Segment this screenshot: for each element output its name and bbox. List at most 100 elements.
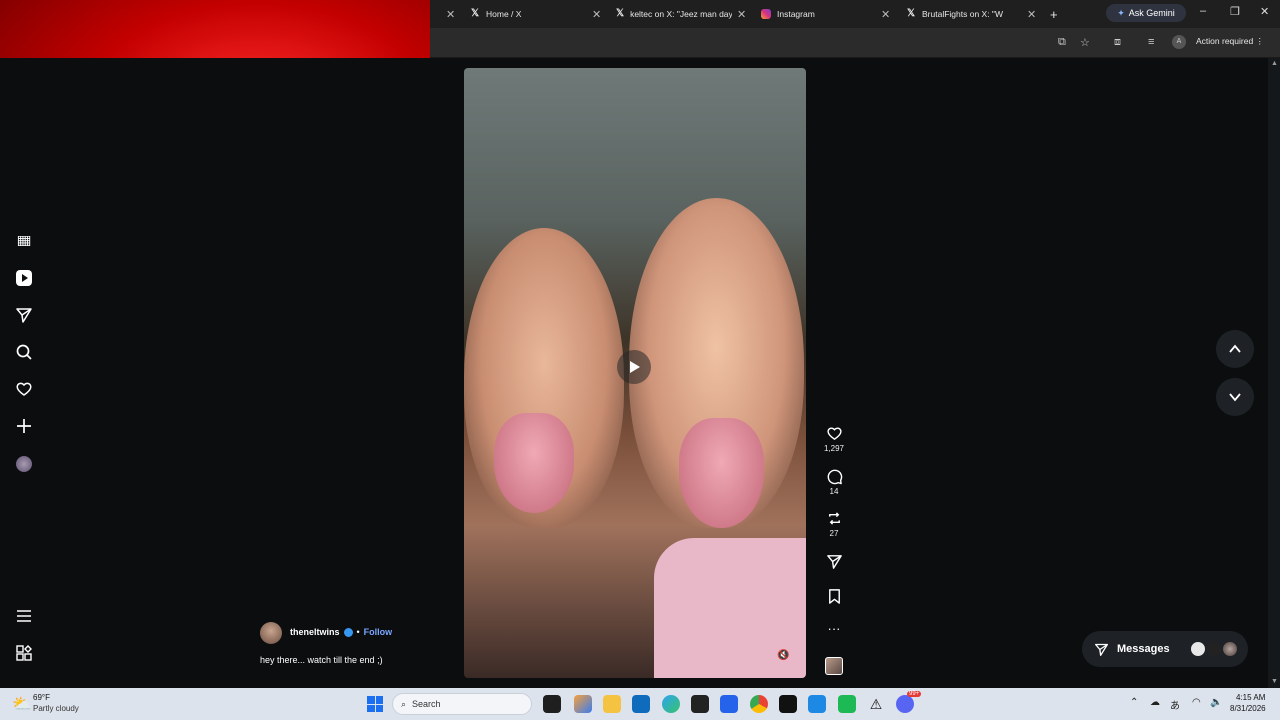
close-icon[interactable]: ✕	[881, 8, 890, 21]
play-icon	[630, 361, 640, 373]
reel-caption: hey there... watch till the end ;)	[260, 655, 383, 665]
search-icon: ⌕	[401, 698, 407, 709]
tab-close[interactable]: ✕	[737, 4, 746, 24]
play-button[interactable]	[617, 350, 651, 384]
direct-send-icon[interactable]	[14, 305, 34, 325]
sidebar-partial-icon[interactable]: ▦	[14, 236, 34, 246]
hamburger-menu-icon[interactable]	[14, 606, 34, 626]
edge-icon[interactable]	[662, 695, 680, 713]
tab-close[interactable]: ✕	[881, 4, 890, 24]
video-detail	[679, 418, 764, 528]
mute-icon[interactable]: 🔇	[777, 650, 789, 661]
warning-icon[interactable]: ⚠	[867, 695, 885, 713]
create-plus-icon[interactable]	[14, 416, 34, 436]
discord-icon[interactable]	[896, 695, 914, 713]
like-count: 1,297	[823, 444, 845, 453]
tab-close[interactable]: ✕	[1027, 4, 1036, 24]
message-avatar	[1206, 641, 1222, 657]
weather-temperature[interactable]: 69°F	[33, 693, 50, 702]
verified-badge-icon	[343, 627, 353, 637]
outlook-icon[interactable]	[632, 695, 650, 713]
more-dots-icon[interactable]: ···	[828, 622, 841, 636]
minimize-button[interactable]: –	[1200, 5, 1206, 17]
repost-icon	[828, 512, 840, 525]
author-avatar[interactable]	[260, 622, 282, 644]
scroll-up-arrow[interactable]: ▲	[1271, 60, 1278, 67]
tab-instagram[interactable]: Instagram	[761, 4, 881, 24]
send-icon	[1095, 643, 1108, 656]
search-icon[interactable]	[14, 342, 34, 362]
ask-gemini-button[interactable]: ✦ Ask Gemini	[1106, 4, 1186, 22]
tab-keltec[interactable]: 𝕏 keltec on X: "Jeez man days	[616, 4, 732, 24]
plus-icon[interactable]: +	[1050, 7, 1058, 22]
heart-icon[interactable]	[14, 379, 34, 399]
audio-thumbnail[interactable]	[825, 657, 843, 675]
volume-icon[interactable]: 🔈	[1210, 697, 1222, 708]
bookmark-star-icon[interactable]: ☆	[1080, 36, 1090, 49]
send-icon	[826, 555, 842, 569]
scrollbar[interactable]: ▲ ▼	[1268, 58, 1280, 688]
weather-condition[interactable]: Partly cloudy	[33, 704, 79, 713]
follow-button[interactable]: Follow	[364, 627, 393, 637]
photos-icon[interactable]	[808, 695, 826, 713]
reel-video[interactable]: 🔇	[464, 68, 806, 678]
profile-avatar[interactable]	[14, 454, 34, 474]
reading-list-icon[interactable]: ≡	[1148, 36, 1154, 48]
tab-close[interactable]: ✕	[592, 4, 601, 24]
like-button[interactable]: 1,297	[820, 425, 848, 453]
action-required-button[interactable]: Action required ⋮	[1196, 36, 1264, 47]
previous-reel-button[interactable]	[1216, 330, 1254, 368]
restore-button[interactable]: ❐	[1230, 5, 1240, 18]
clock-time[interactable]: 4:15 AM	[1236, 693, 1265, 702]
file-explorer-icon[interactable]	[603, 695, 621, 713]
next-reel-button[interactable]	[1216, 378, 1254, 416]
taskbar-search[interactable]: ⌕ Search	[392, 693, 532, 715]
new-tab-button[interactable]: +	[1050, 4, 1058, 24]
comment-button[interactable]: 14	[820, 468, 848, 496]
weather-partly-cloudy-icon[interactable]: ⛅	[12, 694, 32, 714]
window-close-button[interactable]: ✕	[1260, 5, 1269, 18]
start-button[interactable]	[367, 696, 383, 712]
message-avatar	[1190, 641, 1206, 657]
store-icon[interactable]	[720, 695, 738, 713]
onedrive-icon[interactable]: ☁	[1150, 697, 1160, 708]
also-from-meta-icon[interactable]	[14, 643, 34, 663]
instagram-icon	[761, 9, 771, 19]
reels-icon[interactable]	[14, 268, 34, 288]
terminal-icon[interactable]	[779, 695, 797, 713]
author-row: theneltwins • Follow	[290, 627, 392, 637]
tab-home-x[interactable]: 𝕏 Home / X	[470, 4, 600, 24]
browser-tab-bar: ✕ 𝕏 Home / X ✕ 𝕏 keltec on X: "Jeez man …	[430, 0, 1280, 28]
repost-count: 27	[829, 529, 839, 538]
chevron-up-icon	[1229, 344, 1241, 353]
extensions-icon[interactable]: ⧈	[1114, 36, 1121, 49]
gemini-sparkle-icon: ✦	[1117, 7, 1125, 18]
chevron-up-icon[interactable]: ⌃	[1130, 697, 1138, 708]
app-icon[interactable]	[838, 695, 856, 713]
more-options-button[interactable]: ···	[820, 622, 848, 636]
chrome-icon[interactable]	[750, 695, 768, 713]
wifi-icon[interactable]: ◠	[1192, 697, 1201, 708]
task-view-icon[interactable]	[543, 695, 561, 713]
bookmark-icon	[828, 589, 840, 604]
kebab-menu-icon[interactable]: ⋮	[1256, 36, 1265, 46]
windows-taskbar: ⛅ 69°F Partly cloudy ⌕ Search ⚠ 99+ ⌃ ☁ …	[0, 688, 1280, 720]
clock-date[interactable]: 8/31/2026	[1230, 704, 1266, 713]
tab-brutalfights[interactable]: 𝕏 BrutalFights on X: "W	[906, 4, 1021, 24]
profile-avatar[interactable]: A	[1172, 35, 1186, 49]
tab-close-previous[interactable]: ✕	[446, 4, 455, 24]
scroll-down-arrow[interactable]: ▼	[1271, 678, 1278, 685]
save-button[interactable]	[820, 588, 848, 605]
close-icon[interactable]: ✕	[737, 8, 746, 21]
language-icon[interactable]: あ	[1170, 697, 1180, 712]
close-icon[interactable]: ✕	[446, 8, 455, 21]
repost-button[interactable]: 27	[820, 510, 848, 538]
close-icon[interactable]: ✕	[1027, 8, 1036, 21]
share-button[interactable]	[820, 553, 848, 570]
copilot-icon[interactable]	[574, 695, 592, 713]
install-app-icon[interactable]: ⧉	[1058, 36, 1066, 49]
close-icon[interactable]: ✕	[592, 8, 601, 21]
x-logo-icon: 𝕏	[616, 8, 625, 19]
app-icon[interactable]	[691, 695, 709, 713]
author-username[interactable]: theneltwins	[290, 627, 340, 637]
